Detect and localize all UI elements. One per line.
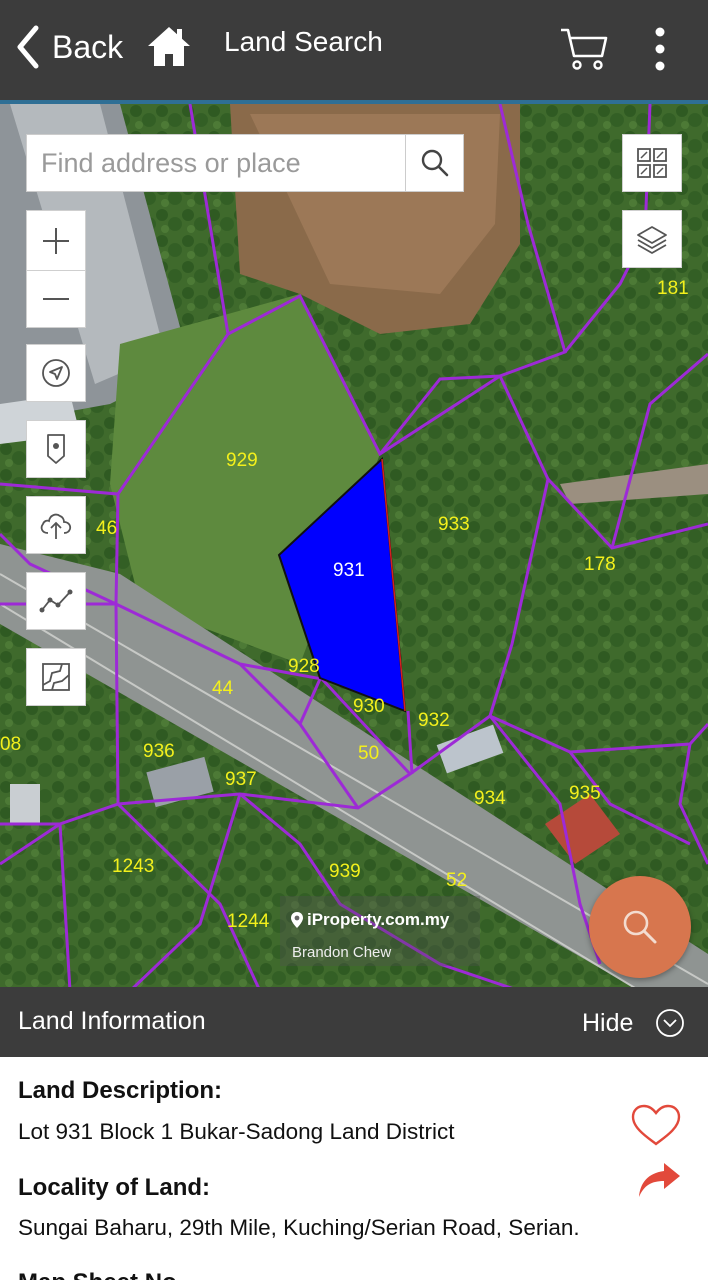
lot-label: 935: [569, 783, 601, 804]
land-info-bar: Land Information Hide: [0, 987, 708, 1057]
lot-label: 44: [212, 678, 234, 699]
watermark-text: iProperty.com.my: [307, 910, 450, 929]
lot-label: 930: [353, 696, 385, 717]
map-view[interactable]: 929 933 46 181 178 931 928 44 930 932 50…: [0, 100, 708, 987]
locate-me-button[interactable]: [26, 344, 86, 402]
map-credit: Brandon Chew: [292, 944, 392, 961]
search-icon: [421, 149, 448, 177]
location-pin-icon: [291, 912, 303, 928]
back-button[interactable]: Back: [12, 22, 123, 72]
minus-icon: [43, 298, 69, 300]
layers-icon: [637, 226, 667, 254]
land-search-screen: Back Land Search 929 933 46 181 178 931 …: [0, 0, 708, 1280]
hide-panel-button[interactable]: Hide: [582, 1003, 685, 1043]
upload-button[interactable]: [26, 496, 86, 554]
lot-label: 934: [474, 788, 506, 809]
layers-button[interactable]: [622, 210, 682, 268]
land-description-label: Land Description:: [18, 1077, 223, 1104]
zoom-out-button[interactable]: [26, 270, 86, 328]
locality-label: Locality of Land:: [18, 1174, 210, 1201]
lot-label: 1243: [112, 856, 155, 877]
share-icon[interactable]: [636, 1161, 682, 1199]
search-fab-button[interactable]: [589, 876, 691, 978]
app-header: Back Land Search: [0, 0, 708, 100]
measure-distance-button[interactable]: [26, 572, 86, 630]
lot-label: 181: [657, 278, 689, 299]
home-icon[interactable]: [146, 24, 192, 68]
watermark: iProperty.com.my: [290, 910, 449, 930]
lot-label: 52: [446, 870, 468, 891]
land-description-value: Lot 931 Block 1 Bukar-Sadong Land Distri…: [18, 1119, 455, 1144]
lot-label: 50: [358, 743, 380, 764]
land-details-panel: Land Description: Lot 931 Block 1 Bukar-…: [0, 1057, 708, 1280]
heart-icon[interactable]: [630, 1103, 682, 1147]
selected-lot-label: 931: [333, 560, 365, 581]
lot-label: 939: [329, 861, 361, 882]
lot-label: 937: [225, 769, 257, 790]
navigation-arrow-icon: [42, 359, 70, 387]
cart-icon[interactable]: [558, 24, 610, 72]
satellite-map: [0, 104, 708, 987]
measure-area-button[interactable]: [26, 648, 86, 706]
chevron-left-icon: [17, 25, 39, 69]
back-label: Back: [52, 28, 124, 65]
plus-icon: [43, 227, 69, 254]
search-icon: [623, 910, 657, 944]
lot-label: 1244: [227, 911, 270, 932]
map-sheet-label: Map Sheet No.: [18, 1269, 183, 1280]
chevron-down-circle-icon: [656, 1009, 685, 1037]
locality-value: Sungai Baharu, 29th Mile, Kuching/Serian…: [18, 1215, 580, 1240]
lot-label: 933: [438, 514, 470, 535]
page-title: Land Search: [224, 26, 383, 57]
address-search: [26, 134, 464, 192]
search-input[interactable]: [27, 135, 405, 191]
map-pin-icon: [47, 434, 65, 464]
lot-label: 46: [96, 518, 118, 539]
zoom-in-button[interactable]: [26, 210, 86, 270]
more-vertical-icon[interactable]: [646, 26, 674, 72]
lot-label: 928: [288, 656, 320, 677]
area-map-icon: [42, 663, 70, 691]
cloud-upload-icon: [40, 513, 72, 539]
lot-label: 178: [584, 554, 616, 575]
lot-label: 929: [226, 450, 258, 471]
qr-scan-button[interactable]: [622, 134, 682, 192]
land-info-title: Land Information: [18, 1007, 206, 1035]
drop-pin-button[interactable]: [26, 420, 86, 478]
lot-label: 932: [418, 710, 450, 731]
hide-label: Hide: [582, 1008, 634, 1037]
polyline-measure-icon: [39, 589, 73, 613]
lot-label: 936: [143, 741, 175, 762]
lot-label: 08: [0, 734, 22, 755]
qr-code-icon: [637, 148, 667, 178]
search-button[interactable]: [405, 135, 463, 191]
